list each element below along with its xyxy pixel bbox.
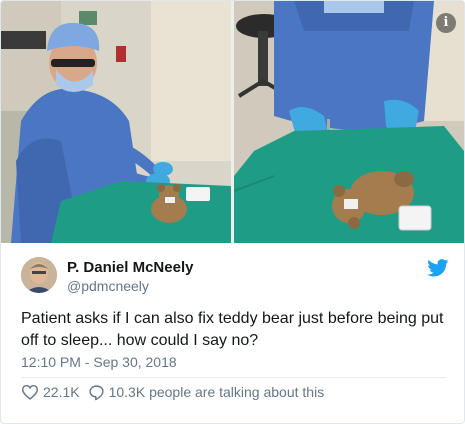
photo-surgeon-with-bear[interactable] <box>1 1 231 243</box>
tweet-actions: 22.1K 10.3K people are talking about thi… <box>21 382 332 402</box>
divider <box>21 377 446 378</box>
twitter-bird-icon[interactable] <box>427 259 449 277</box>
speech-bubble-icon <box>89 384 104 400</box>
tweet-media[interactable]: i <box>1 1 464 243</box>
author-handle[interactable]: @pdmcneely <box>67 277 193 295</box>
photo-bear-closeup[interactable]: i <box>234 1 464 243</box>
like-count: 22.1K <box>43 384 80 400</box>
tweet-timestamp[interactable]: 12:10 PM - Sep 30, 2018 <box>21 354 177 370</box>
tweet-text: Patient asks if I can also fix teddy bea… <box>21 310 444 349</box>
conversation-count: 10.3K people are talking about this <box>108 384 325 400</box>
author-display-name[interactable]: P. Daniel McNeely <box>67 259 193 277</box>
avatar[interactable] <box>21 257 57 293</box>
like-button[interactable]: 22.1K <box>21 384 80 400</box>
conversation-button[interactable]: 10.3K people are talking about this <box>88 384 325 401</box>
embedded-tweet-card[interactable]: i P. Daniel McNeely @pdmcneely Patient a… <box>0 0 465 424</box>
heart-icon <box>21 384 39 400</box>
tweet-header: P. Daniel McNeely @pdmcneely <box>21 257 451 297</box>
info-icon[interactable]: i <box>436 13 456 33</box>
